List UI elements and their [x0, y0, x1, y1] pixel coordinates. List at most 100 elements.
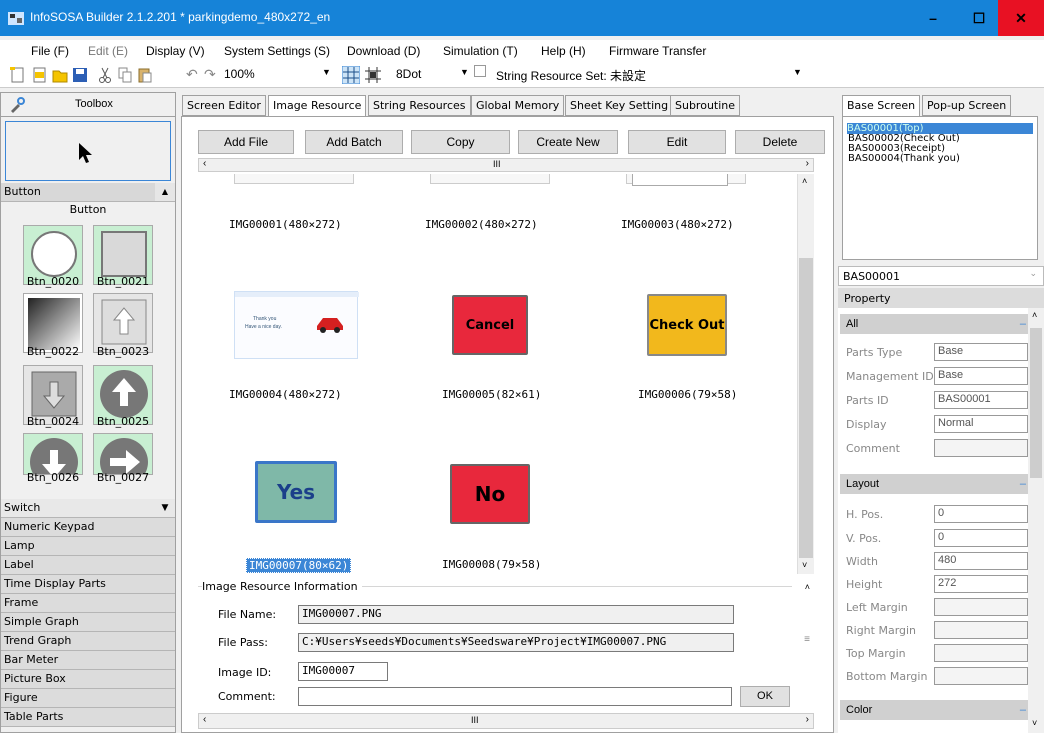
property-scroll-up-icon[interactable]: ˄: [1032, 310, 1037, 320]
category-picture-box[interactable]: Picture Box: [1, 670, 175, 689]
prop-display[interactable]: Normal: [934, 415, 1028, 433]
scroll-thumb[interactable]: [799, 258, 813, 558]
category-trend-graph[interactable]: Trend Graph: [1, 632, 175, 651]
menu-simulation[interactable]: Simulation (T): [443, 44, 518, 58]
dot-select[interactable]: 8Dot: [396, 67, 421, 85]
scroll-down-icon[interactable]: ˅: [802, 560, 807, 570]
image-label-1[interactable]: IMG00001(480×272): [229, 218, 342, 231]
undo-icon[interactable]: ↶: [186, 66, 198, 84]
cut-icon[interactable]: [98, 66, 112, 84]
copy-icon[interactable]: [118, 66, 132, 84]
menu-file[interactable]: File (F): [31, 44, 69, 58]
maximize-button[interactable]: ☐: [956, 0, 1002, 36]
minimize-button[interactable]: –: [910, 0, 956, 36]
tab-subroutine[interactable]: Subroutine: [670, 95, 741, 116]
category-expand-icon[interactable]: ▼: [155, 499, 175, 517]
category-button[interactable]: Button ▲: [1, 183, 175, 202]
prop-management-id[interactable]: Base: [934, 367, 1028, 385]
image-thumb-2[interactable]: [430, 174, 550, 184]
collapse-color-icon[interactable]: –: [1020, 700, 1026, 720]
info-h-scrollbar[interactable]: ‹ III ›: [198, 713, 814, 729]
category-lamp[interactable]: Lamp: [1, 537, 175, 556]
category-switch[interactable]: Switch ▼: [1, 499, 175, 518]
tab-base-screen[interactable]: Base Screen: [842, 95, 921, 117]
collapse-all-icon[interactable]: –: [1020, 314, 1026, 334]
prop-width[interactable]: 480: [934, 552, 1028, 570]
property-scroll-thumb[interactable]: [1030, 328, 1042, 478]
property-object-select[interactable]: BAS00001 ⌄: [838, 266, 1044, 286]
zoom-dropdown-icon[interactable]: ▼: [322, 67, 331, 85]
prop-v-pos[interactable]: 0: [934, 529, 1028, 547]
menu-firmware-transfer[interactable]: Firmware Transfer: [609, 44, 706, 58]
tab-screen-editor[interactable]: Screen Editor: [182, 95, 266, 116]
image-label-8[interactable]: IMG00008(79×58): [442, 558, 541, 571]
category-collapse-icon[interactable]: ▲: [155, 183, 175, 201]
category-numeric-keypad[interactable]: Numeric Keypad: [1, 518, 175, 537]
comment-field[interactable]: [298, 687, 732, 706]
image-label-3[interactable]: IMG00003(480×272): [621, 218, 734, 231]
btn-0027-thumb[interactable]: [93, 433, 153, 475]
save-icon[interactable]: [72, 66, 88, 84]
redo-icon[interactable]: ↷: [204, 66, 216, 84]
close-button[interactable]: ✕: [998, 0, 1044, 36]
image-label-4[interactable]: IMG00004(480×272): [229, 388, 342, 401]
image-thumb-1[interactable]: [234, 174, 354, 184]
info-scroll-up-icon[interactable]: ˄: [805, 582, 810, 592]
image-h-scrollbar[interactable]: ‹ III ›: [198, 158, 814, 172]
category-table-parts[interactable]: Table Parts: [1, 708, 175, 727]
image-thumb-8-no[interactable]: No: [450, 464, 530, 524]
prop-height[interactable]: 272: [934, 575, 1028, 593]
image-label-2[interactable]: IMG00002(480×272): [425, 218, 538, 231]
collapse-layout-icon[interactable]: –: [1020, 474, 1026, 494]
tab-string-resources[interactable]: String Resources: [368, 95, 471, 116]
property-select-dropdown-icon[interactable]: ⌄: [1029, 269, 1037, 279]
tab-image-resource[interactable]: Image Resource: [268, 95, 367, 117]
prop-parts-type[interactable]: Base: [934, 343, 1028, 361]
image-label-5[interactable]: IMG00005(82×61): [442, 388, 541, 401]
category-simple-graph[interactable]: Simple Graph: [1, 613, 175, 632]
file-name-field[interactable]: IMG00007.PNG: [298, 605, 734, 624]
image-thumb-6-checkout[interactable]: Check Out: [647, 294, 727, 356]
string-resource-dropdown-icon[interactable]: ▼: [793, 67, 802, 85]
open-folder-icon[interactable]: [52, 66, 68, 84]
image-thumb-5-cancel[interactable]: Cancel: [452, 295, 528, 355]
image-v-scrollbar[interactable]: ˄ ˅: [797, 174, 814, 574]
file-pass-field[interactable]: C:¥Users¥seeds¥Documents¥Seedsware¥Proje…: [298, 633, 734, 652]
image-thumb-4[interactable]: Thank you Have a nice day.: [234, 291, 359, 359]
tab-global-memory[interactable]: Global Memory: [471, 95, 565, 116]
string-resource-checkbox[interactable]: [474, 65, 486, 77]
image-thumb-7-yes[interactable]: Yes: [255, 461, 337, 523]
pointer-tool[interactable]: [5, 121, 171, 181]
info-scroll-right-icon[interactable]: ›: [806, 714, 809, 725]
prop-top-margin[interactable]: [934, 644, 1028, 662]
menu-display[interactable]: Display (V): [146, 44, 205, 58]
tab-popup-screen[interactable]: Pop-up Screen: [922, 95, 1012, 116]
btn-0022-thumb[interactable]: [23, 293, 83, 353]
dot-dropdown-icon[interactable]: ▼: [460, 67, 469, 85]
menu-edit[interactable]: Edit (E): [88, 44, 128, 58]
create-new-button[interactable]: Create New: [518, 130, 618, 154]
scroll-right-icon[interactable]: ›: [806, 158, 809, 169]
info-scroll-left-icon[interactable]: ‹: [203, 714, 206, 725]
screen-item-4[interactable]: BAS00004(Thank you): [848, 153, 960, 164]
property-section-all[interactable]: All –: [840, 314, 1030, 334]
info-scroll-grip-icon[interactable]: ≡: [804, 634, 810, 645]
category-time-display[interactable]: Time Display Parts: [1, 575, 175, 594]
prop-parts-id[interactable]: BAS00001: [934, 391, 1028, 409]
new-file-icon[interactable]: [10, 66, 26, 84]
image-id-field[interactable]: IMG00007: [298, 662, 388, 681]
menu-download[interactable]: Download (D): [347, 44, 420, 58]
menu-help[interactable]: Help (H): [541, 44, 586, 58]
category-label[interactable]: Label: [1, 556, 175, 575]
menu-system-settings[interactable]: System Settings (S): [224, 44, 330, 58]
tab-sheet-key-setting[interactable]: Sheet Key Setting: [565, 95, 674, 116]
delete-button[interactable]: Delete: [735, 130, 825, 154]
new-project-icon[interactable]: [32, 66, 48, 84]
add-batch-button[interactable]: Add Batch: [305, 130, 403, 154]
scroll-left-icon[interactable]: ‹: [203, 158, 206, 169]
grid-icon[interactable]: [342, 66, 360, 84]
property-scroll-down-icon[interactable]: ˅: [1032, 718, 1037, 728]
category-bar-meter[interactable]: Bar Meter: [1, 651, 175, 670]
image-label-6[interactable]: IMG00006(79×58): [638, 388, 737, 401]
btn-0023-thumb[interactable]: [93, 293, 153, 353]
